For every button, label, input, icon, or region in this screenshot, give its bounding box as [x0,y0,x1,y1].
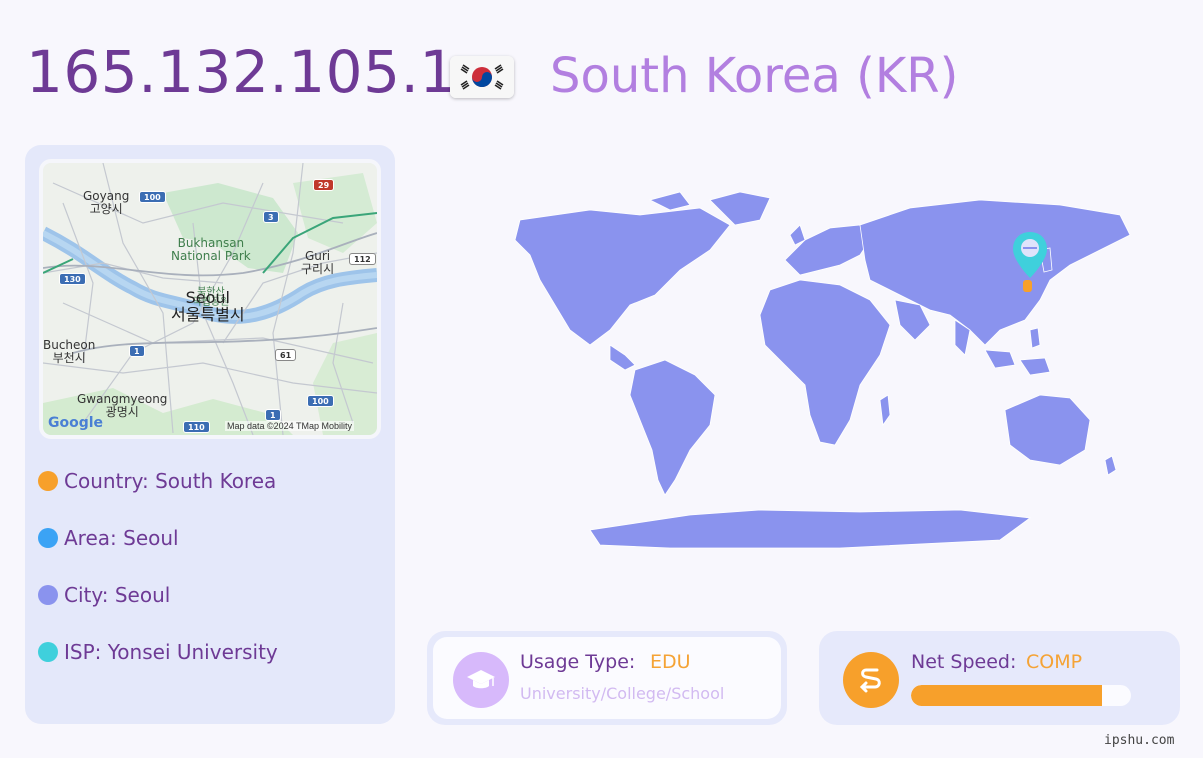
map-label-guri: Guri 구리시 [301,249,335,276]
korea-highlight [1023,280,1032,292]
map-label-goyang: Goyang 고양시 [83,189,130,216]
city-dot-icon [38,585,58,605]
area-dot-icon [38,528,58,548]
city-map[interactable]: Goyang 고양시 Bukhansan National Park 북한산 국… [39,159,381,439]
highway-shield: 100 [139,191,166,203]
speed-icon [843,652,899,708]
world-map[interactable] [440,180,1160,560]
highway-shield: 112 [349,253,376,265]
info-city: City: Seoul [38,580,170,610]
map-label-seoul: Seoul 서울특별시 [171,288,245,324]
net-speed-bar [911,685,1131,706]
map-label-bucheon: Bucheon 부천시 [43,338,96,365]
google-logo: Google [48,415,104,431]
net-speed-card: Net Speed: COMP [819,631,1180,725]
graduation-cap-icon [453,652,509,708]
info-isp: ISP: Yonsei University [38,637,278,667]
highway-shield: 110 [183,421,210,433]
south-korea-flag-icon [450,56,514,98]
info-country: Country: South Korea [38,466,276,496]
city-text: City: Seoul [64,583,171,607]
location-marker-icon [1013,232,1047,278]
highway-shield: 29 [313,179,335,191]
usage-type-value: EDU [650,651,691,673]
watermark: ipshu.com [1104,733,1175,748]
highway-shield: 100 [307,395,334,407]
info-area: Area: Seoul [38,523,179,553]
net-speed-label: Net Speed: [911,651,1017,673]
country-text: Country: South Korea [64,469,277,493]
highway-shield: 1 [265,409,281,421]
highway-shield: 61 [275,349,297,361]
location-card: Goyang 고양시 Bukhansan National Park 북한산 국… [25,145,395,724]
isp-dot-icon [38,642,58,662]
area-text: Area: Seoul [64,526,179,550]
highway-shield: 1 [129,345,145,357]
usage-type-card: Usage Type: EDU University/College/Schoo… [427,631,787,725]
usage-type-description: University/College/School [520,684,725,703]
map-attribution: Map data ©2024 TMap Mobility [225,421,355,431]
usage-type-label: Usage Type: [520,651,636,673]
highway-shield: 130 [59,273,86,285]
net-speed-value: COMP [1026,651,1083,673]
net-speed-bar-fill [911,685,1103,706]
ip-address: 165.132.105.1 [26,38,457,106]
country-title: South Korea (KR) [550,48,959,104]
country-dot-icon [38,471,58,491]
highway-shield: 3 [263,211,279,223]
isp-text: ISP: Yonsei University [64,640,278,664]
